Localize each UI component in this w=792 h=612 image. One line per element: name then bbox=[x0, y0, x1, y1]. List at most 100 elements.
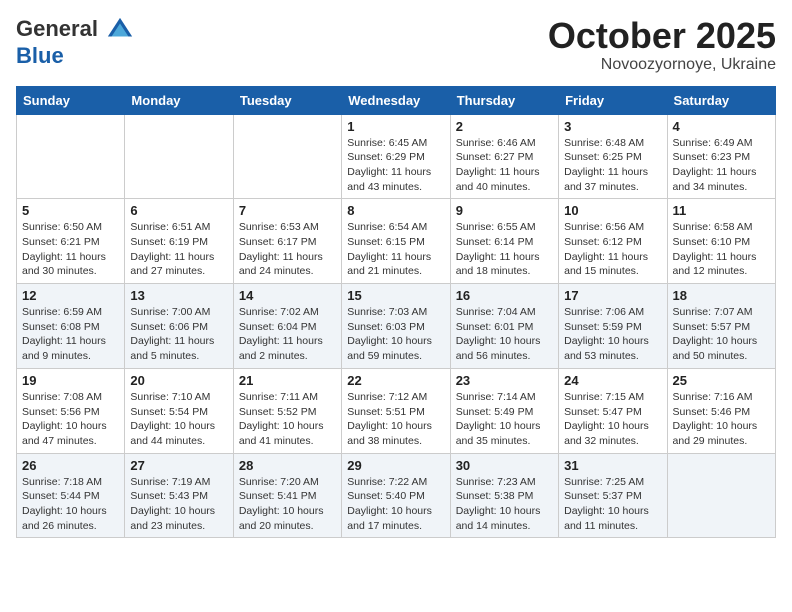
day-info: Sunrise: 7:18 AM Sunset: 5:44 PM Dayligh… bbox=[22, 475, 119, 534]
calendar-cell: 1Sunrise: 6:45 AM Sunset: 6:29 PM Daylig… bbox=[342, 114, 450, 199]
day-number: 29 bbox=[347, 458, 444, 473]
calendar-cell: 8 Sunrise: 6:54 AM Sunset: 6:15 PM Daylig… bbox=[342, 199, 450, 284]
day-info: Sunrise: 7:25 AM Sunset: 5:37 PM Dayligh… bbox=[564, 475, 661, 534]
day-number: 26 bbox=[22, 458, 119, 473]
day-number: 19 bbox=[22, 373, 119, 388]
calendar-cell: 22 Sunrise: 7:12 AM Sunset: 5:51 PM Dayli… bbox=[342, 368, 450, 453]
day-info: Sunrise: 7:04 AM Sunset: 6:01 PM Dayligh… bbox=[456, 305, 553, 364]
calendar-cell: 31Sunrise: 7:25 AM Sunset: 5:37 PM Dayli… bbox=[559, 453, 667, 538]
day-number: 25 bbox=[673, 373, 770, 388]
day-info: Sunrise: 7:10 AM Sunset: 5:54 PM Dayligh… bbox=[130, 390, 227, 449]
day-info: Sunrise: 6:48 AM Sunset: 6:25 PM Dayligh… bbox=[564, 136, 661, 195]
day-number: 2 bbox=[456, 119, 553, 134]
location-subtitle: Novoozyornoye, Ukraine bbox=[548, 56, 776, 74]
calendar-cell: 13 Sunrise: 7:00 AM Sunset: 6:06 PM Dayli… bbox=[125, 284, 233, 369]
day-info: Sunrise: 7:08 AM Sunset: 5:56 PM Dayligh… bbox=[22, 390, 119, 449]
logo-general: General bbox=[16, 16, 98, 41]
day-info: Sunrise: 7:07 AM Sunset: 5:57 PM Dayligh… bbox=[673, 305, 770, 364]
day-number: 7 bbox=[239, 203, 336, 218]
day-number: 9 bbox=[456, 203, 553, 218]
calendar-cell: 4 Sunrise: 6:49 AM Sunset: 6:23 PM Daylig… bbox=[667, 114, 775, 199]
calendar-cell: 15Sunrise: 7:03 AM Sunset: 6:03 PM Dayli… bbox=[342, 284, 450, 369]
day-info: Sunrise: 6:56 AM Sunset: 6:12 PM Dayligh… bbox=[564, 220, 661, 279]
calendar-table: SundayMondayTuesdayWednesdayThursdayFrid… bbox=[16, 86, 776, 539]
day-number: 15 bbox=[347, 288, 444, 303]
day-info: Sunrise: 7:22 AM Sunset: 5:40 PM Dayligh… bbox=[347, 475, 444, 534]
calendar-week-1: 1Sunrise: 6:45 AM Sunset: 6:29 PM Daylig… bbox=[17, 114, 776, 199]
day-info: Sunrise: 7:11 AM Sunset: 5:52 PM Dayligh… bbox=[239, 390, 336, 449]
day-info: Sunrise: 7:06 AM Sunset: 5:59 PM Dayligh… bbox=[564, 305, 661, 364]
title-block: October 2025 Novoozyornoye, Ukraine bbox=[548, 16, 776, 74]
calendar-cell: 12Sunrise: 6:59 AM Sunset: 6:08 PM Dayli… bbox=[17, 284, 125, 369]
calendar-cell bbox=[125, 114, 233, 199]
day-number: 30 bbox=[456, 458, 553, 473]
day-info: Sunrise: 7:16 AM Sunset: 5:46 PM Dayligh… bbox=[673, 390, 770, 449]
calendar-cell: 30 Sunrise: 7:23 AM Sunset: 5:38 PM Dayli… bbox=[450, 453, 558, 538]
month-title: October 2025 bbox=[548, 16, 776, 56]
day-number: 4 bbox=[673, 119, 770, 134]
day-number: 8 bbox=[347, 203, 444, 218]
calendar-cell: 6 Sunrise: 6:51 AM Sunset: 6:19 PM Daylig… bbox=[125, 199, 233, 284]
weekday-header-monday: Monday bbox=[125, 86, 233, 114]
day-info: Sunrise: 6:55 AM Sunset: 6:14 PM Dayligh… bbox=[456, 220, 553, 279]
calendar-cell: 28 Sunrise: 7:20 AM Sunset: 5:41 PM Dayli… bbox=[233, 453, 341, 538]
day-number: 23 bbox=[456, 373, 553, 388]
day-info: Sunrise: 6:49 AM Sunset: 6:23 PM Dayligh… bbox=[673, 136, 770, 195]
calendar-cell: 5 Sunrise: 6:50 AM Sunset: 6:21 PM Daylig… bbox=[17, 199, 125, 284]
weekday-header-wednesday: Wednesday bbox=[342, 86, 450, 114]
logo: General Blue bbox=[16, 16, 134, 68]
day-number: 14 bbox=[239, 288, 336, 303]
day-info: Sunrise: 6:51 AM Sunset: 6:19 PM Dayligh… bbox=[130, 220, 227, 279]
day-number: 28 bbox=[239, 458, 336, 473]
day-number: 17 bbox=[564, 288, 661, 303]
day-info: Sunrise: 6:59 AM Sunset: 6:08 PM Dayligh… bbox=[22, 305, 119, 364]
day-info: Sunrise: 7:23 AM Sunset: 5:38 PM Dayligh… bbox=[456, 475, 553, 534]
calendar-week-3: 12Sunrise: 6:59 AM Sunset: 6:08 PM Dayli… bbox=[17, 284, 776, 369]
calendar-cell: 23 Sunrise: 7:14 AM Sunset: 5:49 PM Dayli… bbox=[450, 368, 558, 453]
logo-blue: Blue bbox=[16, 43, 64, 68]
calendar-cell: 21 Sunrise: 7:11 AM Sunset: 5:52 PM Dayli… bbox=[233, 368, 341, 453]
calendar-cell: 25 Sunrise: 7:16 AM Sunset: 5:46 PM Dayli… bbox=[667, 368, 775, 453]
calendar-cell: 19 Sunrise: 7:08 AM Sunset: 5:56 PM Dayli… bbox=[17, 368, 125, 453]
weekday-header-thursday: Thursday bbox=[450, 86, 558, 114]
calendar-cell bbox=[17, 114, 125, 199]
day-info: Sunrise: 7:14 AM Sunset: 5:49 PM Dayligh… bbox=[456, 390, 553, 449]
day-info: Sunrise: 7:20 AM Sunset: 5:41 PM Dayligh… bbox=[239, 475, 336, 534]
page-header: General Blue October 2025 Novoozyornoye,… bbox=[16, 16, 776, 74]
calendar-cell: 9 Sunrise: 6:55 AM Sunset: 6:14 PM Daylig… bbox=[450, 199, 558, 284]
calendar-cell: 10 Sunrise: 6:56 AM Sunset: 6:12 PM Dayli… bbox=[559, 199, 667, 284]
calendar-cell: 27 Sunrise: 7:19 AM Sunset: 5:43 PM Dayli… bbox=[125, 453, 233, 538]
day-info: Sunrise: 7:00 AM Sunset: 6:06 PM Dayligh… bbox=[130, 305, 227, 364]
calendar-cell: 2Sunrise: 6:46 AM Sunset: 6:27 PM Daylig… bbox=[450, 114, 558, 199]
day-info: Sunrise: 6:54 AM Sunset: 6:15 PM Dayligh… bbox=[347, 220, 444, 279]
day-number: 6 bbox=[130, 203, 227, 218]
calendar-cell: 7 Sunrise: 6:53 AM Sunset: 6:17 PM Daylig… bbox=[233, 199, 341, 284]
calendar-cell: 11Sunrise: 6:58 AM Sunset: 6:10 PM Dayli… bbox=[667, 199, 775, 284]
day-number: 10 bbox=[564, 203, 661, 218]
calendar-cell: 18Sunrise: 7:07 AM Sunset: 5:57 PM Dayli… bbox=[667, 284, 775, 369]
day-info: Sunrise: 7:02 AM Sunset: 6:04 PM Dayligh… bbox=[239, 305, 336, 364]
calendar-cell: 20Sunrise: 7:10 AM Sunset: 5:54 PM Dayli… bbox=[125, 368, 233, 453]
day-info: Sunrise: 7:12 AM Sunset: 5:51 PM Dayligh… bbox=[347, 390, 444, 449]
logo-icon bbox=[106, 16, 134, 44]
calendar-cell: 26 Sunrise: 7:18 AM Sunset: 5:44 PM Dayli… bbox=[17, 453, 125, 538]
day-number: 22 bbox=[347, 373, 444, 388]
calendar-week-2: 5 Sunrise: 6:50 AM Sunset: 6:21 PM Daylig… bbox=[17, 199, 776, 284]
day-number: 21 bbox=[239, 373, 336, 388]
calendar-cell: 24Sunrise: 7:15 AM Sunset: 5:47 PM Dayli… bbox=[559, 368, 667, 453]
calendar-cell: 29 Sunrise: 7:22 AM Sunset: 5:40 PM Dayli… bbox=[342, 453, 450, 538]
weekday-header-friday: Friday bbox=[559, 86, 667, 114]
day-number: 27 bbox=[130, 458, 227, 473]
day-number: 11 bbox=[673, 203, 770, 218]
day-info: Sunrise: 7:19 AM Sunset: 5:43 PM Dayligh… bbox=[130, 475, 227, 534]
weekday-header-sunday: Sunday bbox=[17, 86, 125, 114]
day-number: 1 bbox=[347, 119, 444, 134]
day-info: Sunrise: 6:53 AM Sunset: 6:17 PM Dayligh… bbox=[239, 220, 336, 279]
day-number: 5 bbox=[22, 203, 119, 218]
weekday-header-row: SundayMondayTuesdayWednesdayThursdayFrid… bbox=[17, 86, 776, 114]
day-info: Sunrise: 6:50 AM Sunset: 6:21 PM Dayligh… bbox=[22, 220, 119, 279]
calendar-cell bbox=[233, 114, 341, 199]
calendar-cell: 17 Sunrise: 7:06 AM Sunset: 5:59 PM Dayli… bbox=[559, 284, 667, 369]
calendar-week-4: 19 Sunrise: 7:08 AM Sunset: 5:56 PM Dayli… bbox=[17, 368, 776, 453]
day-number: 13 bbox=[130, 288, 227, 303]
